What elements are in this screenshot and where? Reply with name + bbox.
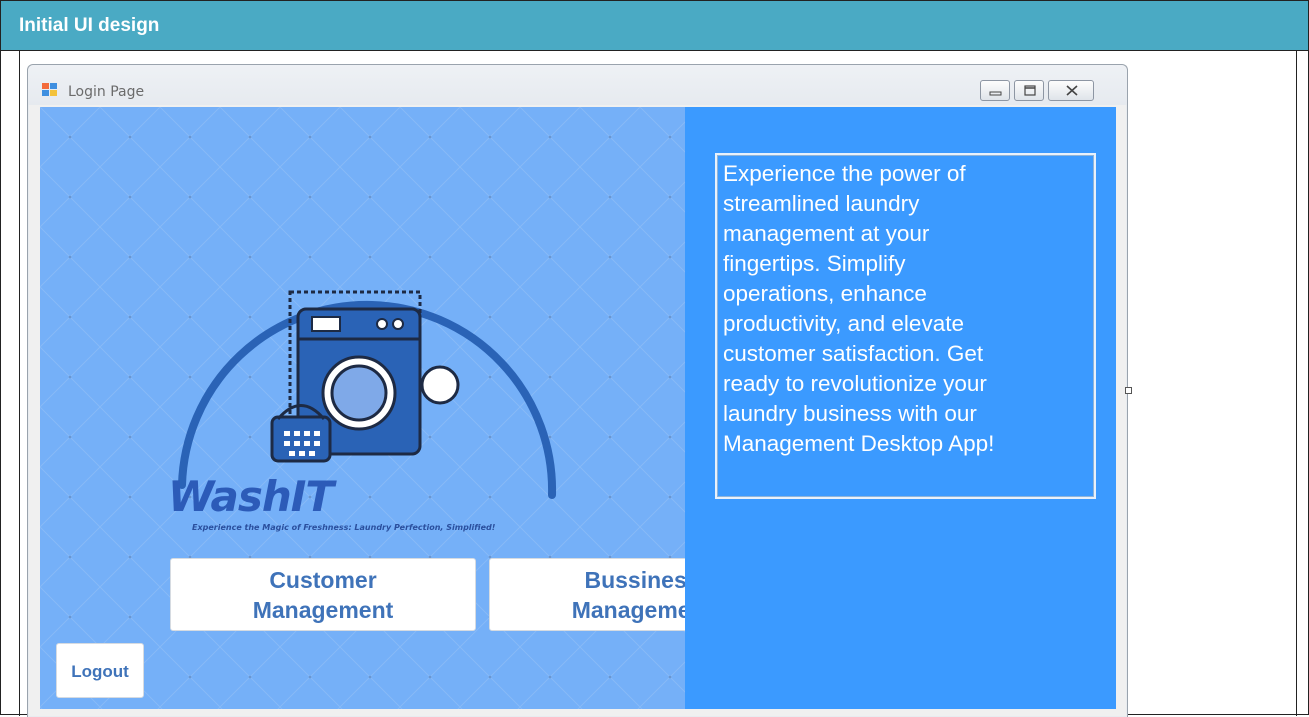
form-client-area: WashIT Experience the Magic of Freshness… bbox=[40, 107, 1116, 709]
windows-form-icon bbox=[42, 83, 57, 96]
table-right-border bbox=[1296, 51, 1297, 716]
brand-name: WashIT bbox=[168, 472, 334, 521]
description-text: Experience the power of streamlined laun… bbox=[723, 161, 995, 456]
maximize-icon bbox=[1024, 85, 1036, 96]
right-panel: Experience the power of streamlined laun… bbox=[685, 107, 1116, 709]
document-frame: Initial UI design Login Page WashIT Expe… bbox=[0, 0, 1309, 717]
window-titlebar[interactable]: Login Page bbox=[28, 65, 1127, 105]
window-title: Login Page bbox=[68, 84, 145, 100]
close-icon bbox=[1066, 85, 1078, 96]
section-title: Initial UI design bbox=[19, 15, 160, 36]
business-management-button[interactable]: Bussiness Management bbox=[489, 558, 685, 631]
minimize-button[interactable] bbox=[980, 80, 1010, 101]
section-header: Initial UI design bbox=[1, 1, 1308, 51]
resize-handle[interactable] bbox=[1125, 387, 1132, 394]
left-panel: WashIT Experience the Magic of Freshness… bbox=[40, 107, 685, 709]
table-left-border bbox=[19, 51, 20, 716]
login-window: Login Page WashIT Experience the Magic o… bbox=[27, 64, 1128, 717]
customer-management-button[interactable]: Customer Management bbox=[170, 558, 476, 631]
close-button[interactable] bbox=[1048, 80, 1094, 101]
brand-tagline: Experience the Magic of Freshness: Laund… bbox=[192, 523, 496, 532]
logout-button[interactable]: Logout bbox=[56, 643, 144, 698]
minimize-icon bbox=[989, 91, 1002, 96]
description-textbox[interactable]: Experience the power of streamlined laun… bbox=[715, 153, 1096, 499]
maximize-button[interactable] bbox=[1014, 80, 1044, 101]
